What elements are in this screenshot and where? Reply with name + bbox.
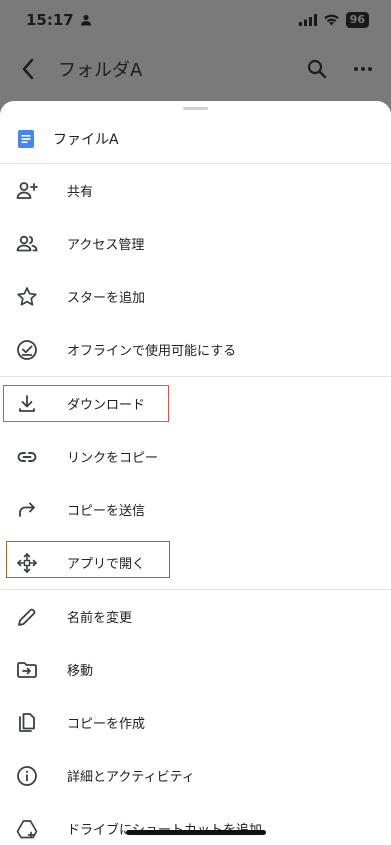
add-to-drive-icon [15, 817, 39, 841]
menu-item-details[interactable]: 詳細とアクティビティ [0, 749, 391, 802]
back-arrow-icon[interactable] [16, 57, 40, 81]
star-outline-icon [15, 285, 39, 309]
info-icon [15, 764, 39, 788]
home-indicator [126, 830, 266, 835]
person-icon [80, 11, 92, 30]
docs-icon [17, 130, 35, 148]
menu-label-share: 共有 [67, 185, 94, 200]
status-bar: 15:17 96 [0, 0, 391, 40]
file-name: ファイルA [53, 132, 119, 148]
menu-item-copy-link[interactable]: リンクをコピー [0, 430, 391, 483]
menu-label-add-star: スターを追加 [67, 291, 146, 306]
link-icon [15, 445, 39, 469]
menu-label-move: 移動 [67, 664, 94, 679]
wifi-icon [323, 11, 340, 30]
search-icon[interactable] [303, 55, 331, 83]
menu-item-move[interactable]: 移動 [0, 643, 391, 696]
signal-icon [298, 11, 317, 30]
menu-item-add-shortcut[interactable]: ドライブにショートカットを追加 [0, 802, 391, 845]
forward-arrow-icon [15, 498, 39, 522]
menu-item-offline[interactable]: オフラインで使用可能にする [0, 323, 391, 376]
drive-file-move-icon [15, 658, 39, 682]
menu-item-download[interactable]: ダウンロード [0, 377, 391, 430]
menu-label-copy-link: リンクをコピー [67, 451, 159, 466]
sheet-header: ファイルA [0, 115, 391, 164]
menu-label-rename: 名前を変更 [67, 611, 133, 626]
menu-item-share[interactable]: 共有 [0, 164, 391, 217]
status-time: 15:17 [26, 11, 74, 29]
app-bar: フォルダA [0, 44, 391, 94]
highlight-box-brown [6, 541, 170, 578]
menu-label-make-copy: コピーを作成 [67, 717, 146, 732]
folder-title: フォルダA [58, 60, 143, 81]
file-copy-icon [15, 711, 39, 735]
menu-item-open-with[interactable]: アプリで開く [0, 536, 391, 589]
pencil-icon [15, 605, 39, 629]
menu-item-send-copy[interactable]: コピーを送信 [0, 483, 391, 536]
menu-label-manage-access: アクセス管理 [67, 238, 145, 253]
menu-item-rename[interactable]: 名前を変更 [0, 590, 391, 643]
menu-label-details: 詳細とアクティビティ [67, 770, 195, 785]
menu-label-offline: オフラインで使用可能にする [67, 344, 237, 359]
person-add-icon [15, 179, 39, 203]
menu-label-send-copy: コピーを送信 [67, 504, 146, 519]
menu-item-make-copy[interactable]: コピーを作成 [0, 696, 391, 749]
action-menu: 共有 アクセス管理 スターを追加 オフラインで使用可能にする ダウンロード リン… [0, 164, 391, 845]
drag-handle[interactable] [183, 107, 208, 110]
menu-label-add-shortcut: ドライブにショートカットを追加 [67, 819, 262, 838]
more-options-icon[interactable] [349, 55, 377, 83]
people-icon [15, 232, 39, 256]
menu-item-add-star[interactable]: スターを追加 [0, 270, 391, 323]
offline-pin-icon [15, 338, 39, 362]
action-bottom-sheet: ファイルA 共有 アクセス管理 スターを追加 オフラインで使用可能にする ダウン… [0, 101, 391, 845]
menu-item-manage-access[interactable]: アクセス管理 [0, 217, 391, 270]
highlight-box-red [3, 385, 169, 422]
battery-indicator: 96 [345, 12, 369, 28]
